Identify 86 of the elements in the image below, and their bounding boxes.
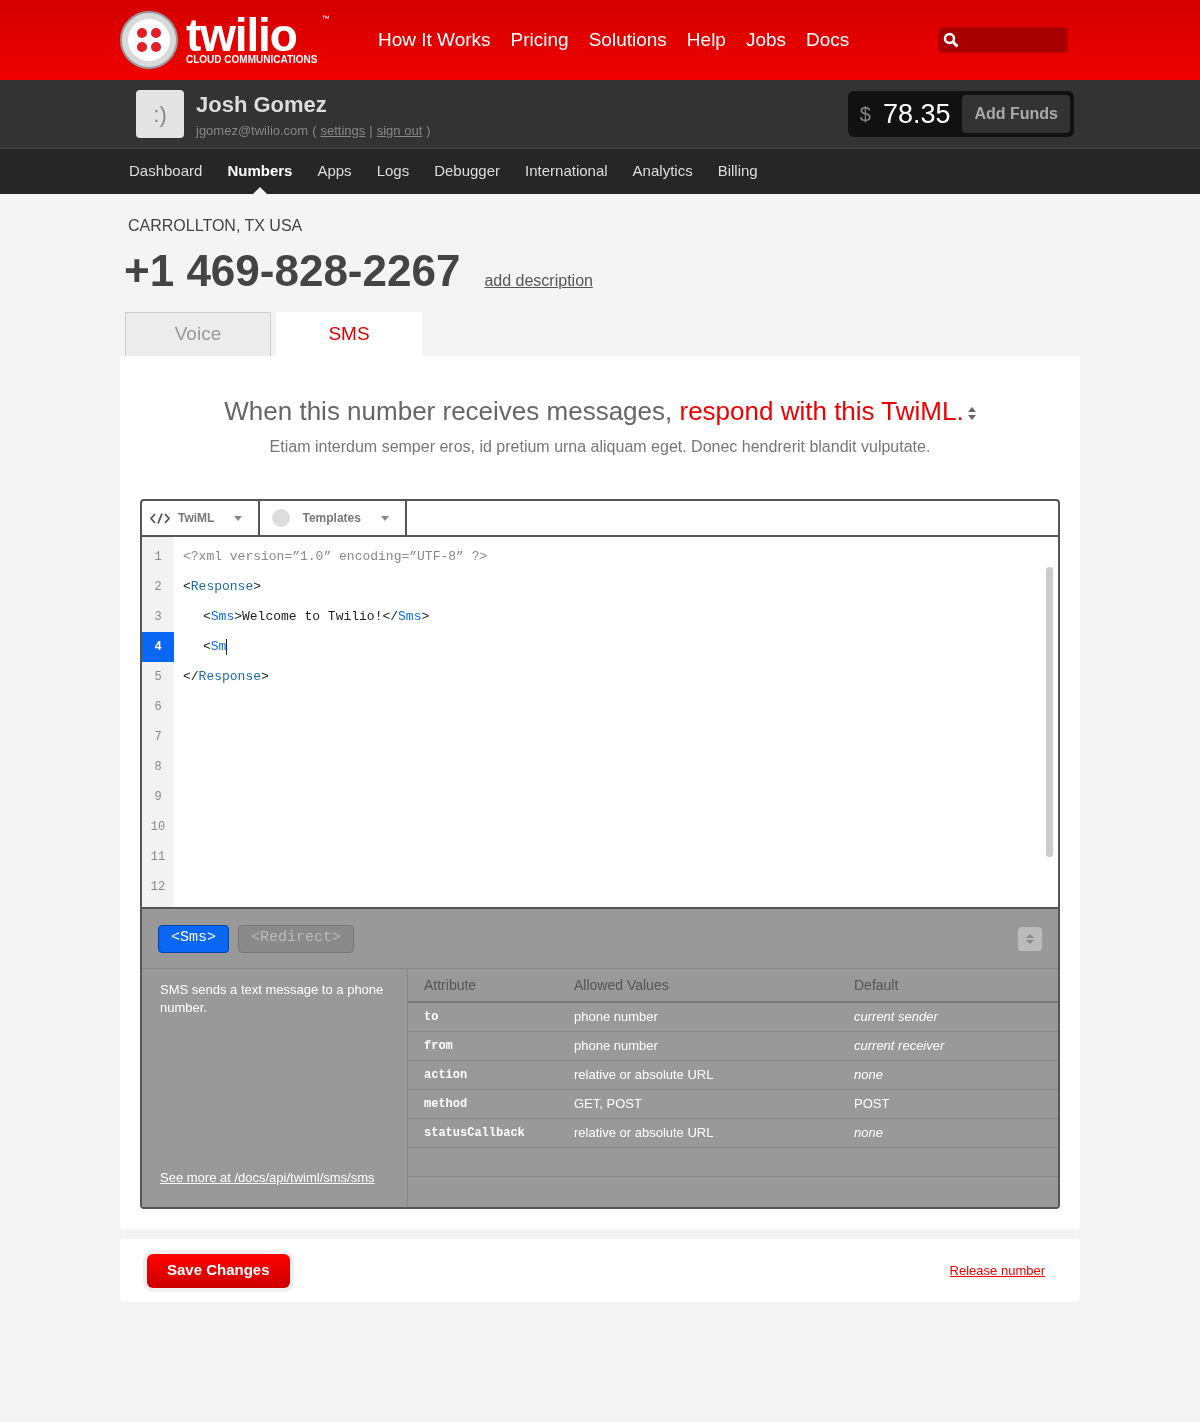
caret-icon xyxy=(234,515,243,521)
line-number: 4 xyxy=(142,632,174,662)
nav-link[interactable]: Pricing xyxy=(510,25,569,55)
table-cell-text: current receiver xyxy=(854,1037,945,1056)
menu-tab[interactable]: Logs xyxy=(376,149,410,194)
code-line: </Response> xyxy=(183,668,269,687)
table-cell-text: relative or absolute URL xyxy=(574,1124,715,1143)
line-number: 12 xyxy=(149,879,167,896)
subheading: Etiam interdum semper eros, id pretium urna aliquam eget. Donec hendrerit blandit vulputate. xyxy=(268,437,932,457)
table-cell-text: none xyxy=(854,1066,883,1085)
code-line: <?xml version=”1.0” encoding=”UTF-8” ?> xyxy=(183,548,488,567)
trademark: ™ xyxy=(321,15,330,23)
column-header: Default xyxy=(854,975,899,995)
location: CARROLLTON, TX USA xyxy=(128,216,304,236)
table-cell-text: phone number xyxy=(574,1008,659,1027)
balance: 78.35 xyxy=(882,97,951,131)
paren: ) xyxy=(426,121,431,140)
nav-link[interactable]: How It Works xyxy=(378,25,491,55)
sort-arrows-icon xyxy=(967,406,976,420)
paren: ( xyxy=(312,121,317,140)
sign-out-link[interactable]: sign out xyxy=(376,120,423,141)
menu-tab[interactable]: International xyxy=(525,149,608,194)
nav-link[interactable]: Solutions xyxy=(588,25,667,55)
separator: | xyxy=(369,121,373,140)
table-cell-text: method xyxy=(424,1096,469,1113)
table-cell-text: POST xyxy=(854,1095,890,1114)
menu-tab[interactable]: Billing xyxy=(717,149,758,194)
heading: When this number receives messages, respond with this TwiML. xyxy=(140,356,1060,431)
line-number: 5 xyxy=(153,669,163,686)
add-funds-button[interactable]: Add Funds xyxy=(962,95,1070,133)
user-name: Josh Gomez xyxy=(196,90,328,119)
column-header: Allowed Values xyxy=(574,975,670,995)
brand-name: twilio xyxy=(186,15,297,55)
table-cell-text: phone number xyxy=(574,1037,659,1056)
phone-number: +1 469-828-2267 xyxy=(124,245,461,297)
line-number: 10 xyxy=(149,819,167,836)
table-cell-text: current sender xyxy=(854,1008,938,1027)
menu-tab[interactable]: Debugger xyxy=(434,149,501,194)
caret-icon xyxy=(380,515,389,521)
settings-link[interactable]: settings xyxy=(320,120,366,141)
text-cursor xyxy=(226,639,228,655)
line-number: 2 xyxy=(153,579,163,596)
twiml-dropdown-link[interactable]: respond with this TwiML. xyxy=(679,396,964,426)
table-cell-text: action xyxy=(424,1067,469,1084)
release-number-link[interactable]: Release number xyxy=(949,1260,1045,1281)
code-line: <Sm xyxy=(202,638,227,657)
table-cell-text: none xyxy=(854,1124,883,1143)
user-email: jgomez@twilio.com xyxy=(196,121,309,140)
line-number: 9 xyxy=(153,789,163,806)
menu-tab[interactable]: Apps xyxy=(317,149,352,194)
column-header: Attribute xyxy=(424,975,478,995)
template-icon xyxy=(272,509,291,527)
line-number: 8 xyxy=(153,759,163,776)
tag-button[interactable]: <Sms> xyxy=(158,924,229,953)
line-number: 3 xyxy=(153,609,163,626)
brand-tagline: CLOUD COMMUNICATIONS xyxy=(186,55,318,65)
menu-tab[interactable]: Numbers xyxy=(227,149,293,194)
table-cell-text: relative or absolute URL xyxy=(574,1066,715,1085)
line-number: 7 xyxy=(153,729,163,746)
templates-dropdown[interactable]: Templates xyxy=(260,501,407,535)
menu-tab[interactable]: Dashboard xyxy=(129,149,203,194)
line-number: 1 xyxy=(153,549,163,566)
table-cell-text: to xyxy=(424,1009,440,1026)
avatar: :) xyxy=(136,90,184,138)
code-line: <Sms>Welcome to Twilio!</Sms> xyxy=(202,608,430,627)
line-number: 6 xyxy=(153,699,163,716)
currency: $ xyxy=(859,102,871,127)
menu-tab[interactable]: Analytics xyxy=(632,149,693,194)
nav-link[interactable]: Jobs xyxy=(745,25,787,55)
tab[interactable]: SMS xyxy=(276,312,422,356)
collapse-icon xyxy=(1025,932,1035,945)
nav-link[interactable]: Docs xyxy=(806,25,850,55)
add-description-link[interactable]: add description xyxy=(484,269,593,293)
line-number: 11 xyxy=(149,849,167,866)
docs-link[interactable]: See more at /docs/api/twiml/sms/sms xyxy=(160,1167,389,1187)
logo-icon xyxy=(120,11,178,69)
search-field[interactable] xyxy=(938,27,1068,53)
code-icon xyxy=(150,512,170,524)
table-cell-text: from xyxy=(424,1038,454,1055)
nav-link[interactable]: Help xyxy=(686,25,726,55)
search-icon xyxy=(943,32,959,48)
description: SMS sends a text message to a phone number. xyxy=(160,981,385,1017)
table-cell-text: statusCallback xyxy=(424,1125,526,1142)
twiml-dropdown[interactable]: TwiML xyxy=(142,501,261,535)
code-line: <Response> xyxy=(183,578,262,597)
table-cell-text: GET, POST xyxy=(574,1095,643,1114)
